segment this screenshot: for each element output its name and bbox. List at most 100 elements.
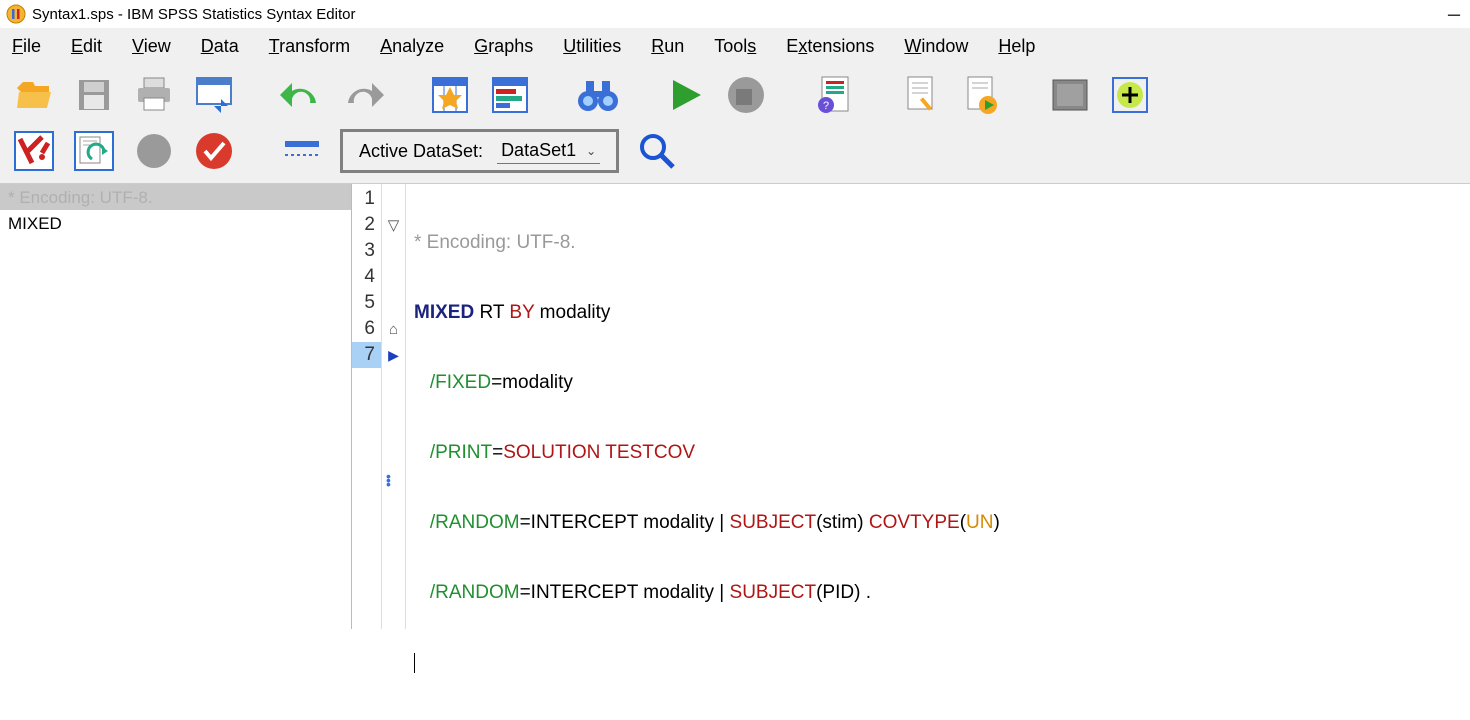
find-button[interactable] [576, 73, 620, 117]
doc-pencil-icon [904, 75, 940, 115]
toolbar-row2: Active DataSet: DataSet1 ⌄ [0, 123, 1470, 183]
code-comment: * Encoding: UTF-8. [414, 232, 576, 253]
breakpoint-off-button[interactable] [132, 129, 176, 173]
range-bottom-icon: ⌂ [389, 321, 398, 338]
syntax-check-button[interactable] [72, 129, 116, 173]
circle-gray-icon [134, 131, 174, 171]
line-number: 6 [352, 316, 381, 342]
comment-toggle-button[interactable] [12, 129, 56, 173]
menu-tools[interactable]: Tools [714, 36, 756, 57]
rect-icon [1050, 77, 1090, 113]
active-dataset-value: DataSet1 [501, 140, 576, 161]
menu-graphs[interactable]: Graphs [474, 36, 533, 57]
binoculars-icon [576, 77, 620, 113]
navigation-pane[interactable]: * Encoding: UTF-8. MIXED [0, 184, 352, 629]
menu-run[interactable]: Run [651, 36, 684, 57]
code-subcommand: /RANDOM [430, 512, 520, 533]
run-selection-button[interactable] [664, 73, 708, 117]
active-dataset-label: Active DataSet: [359, 141, 483, 162]
play-icon [667, 76, 705, 114]
toolbar-row1: ? [0, 67, 1470, 123]
menubar: File Edit View Data Transform Analyze Gr… [0, 28, 1470, 67]
split-button[interactable] [280, 129, 324, 173]
minimize-button[interactable]: ‒ [1444, 9, 1464, 19]
line-number: 7 [352, 342, 381, 368]
menu-analyze[interactable]: Analyze [380, 36, 444, 57]
goto-case-button[interactable] [428, 73, 472, 117]
menu-edit[interactable]: Edit [71, 36, 102, 57]
split-icon [281, 133, 323, 169]
code-text: ) [993, 512, 999, 533]
folder-open-icon [15, 78, 53, 112]
code-subcommand: /RANDOM [430, 582, 520, 603]
code-text: modality [534, 302, 610, 323]
dialog-recall-icon [194, 75, 234, 115]
redo-button[interactable] [340, 73, 384, 117]
code-text: =modality [491, 372, 573, 393]
code-text: = [492, 442, 503, 463]
nav-item-mixed[interactable]: MIXED [0, 210, 351, 238]
marker-column: ▽ ⌂ ▶ ••• [382, 184, 406, 629]
range-top-icon: ▽ [388, 216, 400, 234]
save-icon [76, 77, 112, 113]
menu-window[interactable]: Window [904, 36, 968, 57]
active-dataset-dropdown[interactable]: DataSet1 ⌄ [497, 138, 600, 164]
code-text: =INTERCEPT modality | [520, 582, 730, 603]
app-icon [6, 4, 26, 24]
code-text: =INTERCEPT modality | [520, 512, 730, 533]
doc-play-icon [964, 75, 1000, 115]
undo-icon [280, 77, 324, 113]
stop-button[interactable] [724, 73, 768, 117]
comment-icon [12, 129, 56, 173]
open-button[interactable] [12, 73, 56, 117]
syntax-editor[interactable]: 1 2 3 4 5 6 7 ▽ ⌂ ▶ ••• * Encoding: UTF-… [352, 184, 1470, 629]
menu-transform[interactable]: Transform [269, 36, 350, 57]
window-title: Syntax1.sps - IBM SPSS Statistics Syntax… [32, 6, 355, 23]
new-button[interactable] [1108, 73, 1152, 117]
menu-data[interactable]: Data [201, 36, 239, 57]
code-text: RT [474, 302, 509, 323]
validate-button[interactable] [192, 129, 236, 173]
recall-dialog-button[interactable] [192, 73, 236, 117]
code-keyword: COVTYPE [869, 512, 960, 533]
current-line-arrow-icon: ▶ [388, 347, 399, 364]
undo-button[interactable] [280, 73, 324, 117]
menu-utilities[interactable]: Utilities [563, 36, 621, 57]
check-circle-icon [194, 131, 234, 171]
edit-doc-button[interactable] [900, 73, 944, 117]
line-number: 1 [352, 186, 381, 212]
redo-icon [340, 77, 384, 113]
run-doc-button[interactable] [960, 73, 1004, 117]
code-text: (stim) [816, 512, 869, 533]
code-subcommand: /FIXED [430, 372, 491, 393]
chevron-down-icon: ⌄ [586, 144, 596, 158]
titlebar: Syntax1.sps - IBM SPSS Statistics Syntax… [0, 0, 1470, 28]
splitter-handle-icon[interactable]: ••• [386, 474, 391, 486]
code-area[interactable]: * Encoding: UTF-8. MIXED RT BY modality … [406, 184, 1470, 629]
print-button[interactable] [132, 73, 176, 117]
main-area: * Encoding: UTF-8. MIXED 1 2 3 4 5 6 7 ▽… [0, 183, 1470, 629]
preview-button[interactable] [1048, 73, 1092, 117]
grid-star-icon [430, 75, 470, 115]
print-icon [134, 76, 174, 114]
menu-help[interactable]: Help [998, 36, 1035, 57]
code-subcommand: /PRINT [430, 442, 492, 463]
search-button[interactable] [635, 129, 679, 173]
help-doc-button[interactable]: ? [812, 73, 856, 117]
search-icon [637, 131, 677, 171]
variables-button[interactable] [488, 73, 532, 117]
line-number: 2 [352, 212, 381, 238]
code-keyword: SUBJECT [730, 582, 817, 603]
menu-file[interactable]: File [12, 36, 41, 57]
menu-extensions[interactable]: Extensions [786, 36, 874, 57]
code-keyword: SUBJECT [730, 512, 817, 533]
save-button[interactable] [72, 73, 116, 117]
text-cursor [414, 653, 415, 673]
stop-circle-icon [726, 75, 766, 115]
grid-bars-icon [490, 75, 530, 115]
active-dataset-selector[interactable]: Active DataSet: DataSet1 ⌄ [340, 129, 619, 173]
menu-view[interactable]: View [132, 36, 171, 57]
code-option: UN [966, 512, 993, 533]
line-number: 5 [352, 290, 381, 316]
line-number: 3 [352, 238, 381, 264]
